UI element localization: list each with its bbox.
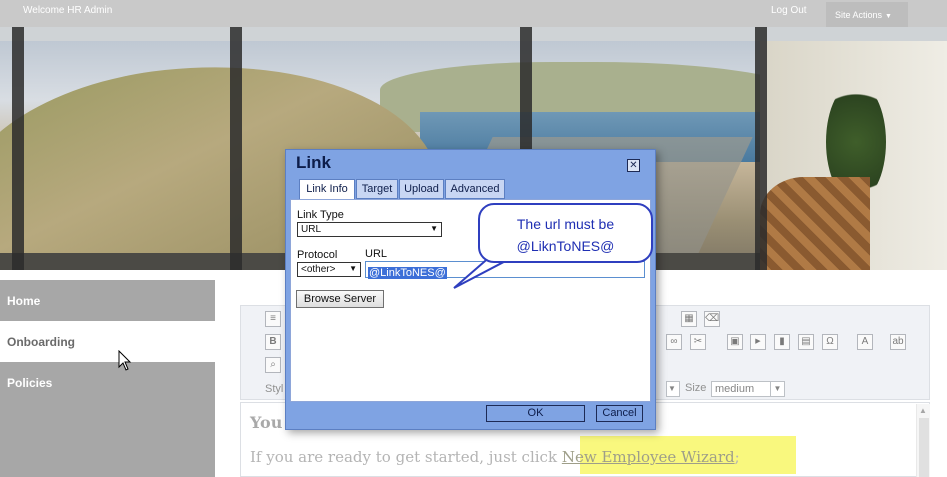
editor-paragraph: If you are ready to get started, just cl… bbox=[250, 448, 740, 466]
url-value: @LinkToNES@ bbox=[368, 267, 447, 279]
annotation-callout: The url must be @LiknToNES@ bbox=[478, 203, 653, 263]
nav-item-home[interactable]: Home bbox=[0, 280, 215, 321]
link-type-label: Link Type bbox=[297, 209, 344, 221]
tab-link-info[interactable]: Link Info bbox=[299, 179, 355, 200]
editor-scrollbar[interactable]: ▲ bbox=[916, 404, 930, 477]
size-select[interactable]: medium ▼ bbox=[711, 381, 785, 397]
source-icon[interactable]: ≡ bbox=[265, 311, 281, 327]
tab-upload[interactable]: Upload bbox=[399, 179, 444, 199]
scroll-up-icon[interactable]: ▲ bbox=[919, 406, 927, 415]
link-type-select[interactable]: URL ▼ bbox=[297, 222, 442, 237]
chevron-down-icon: ▼ bbox=[770, 382, 784, 396]
logout-link[interactable]: Log Out bbox=[771, 5, 807, 16]
site-actions-menu[interactable]: Site Actions ▼ bbox=[826, 2, 908, 27]
new-employee-wizard-link[interactable]: New Employee Wizard bbox=[562, 448, 735, 466]
chevron-down-icon: ▼ bbox=[430, 224, 438, 233]
link-icon[interactable]: ∞ bbox=[666, 334, 682, 350]
ok-button[interactable]: OK bbox=[486, 405, 585, 422]
image-icon[interactable]: ▣ bbox=[727, 334, 743, 350]
nav-item-onboarding[interactable]: Onboarding bbox=[0, 321, 215, 362]
flash-icon[interactable]: ▮ bbox=[774, 334, 790, 350]
top-bar: Welcome HR Admin Log Out Site Actions ▼ bbox=[0, 0, 947, 27]
chevron-down-icon: ▼ bbox=[885, 13, 892, 20]
site-actions-label: Site Actions bbox=[835, 10, 883, 20]
table-grid-icon[interactable]: ▦ bbox=[681, 311, 697, 327]
paragraph-text: If you are ready to get started, just cl… bbox=[250, 448, 562, 466]
tab-advanced[interactable]: Advanced bbox=[445, 179, 505, 199]
link-type-value: URL bbox=[301, 224, 322, 235]
style-label: Styl bbox=[265, 383, 284, 395]
close-icon[interactable]: ✕ bbox=[627, 159, 640, 172]
eraser-icon[interactable]: ⌫ bbox=[704, 311, 720, 327]
bold-icon[interactable]: B bbox=[265, 334, 281, 350]
callout-line-1: The url must be bbox=[516, 216, 615, 232]
callout-line-2: @LiknToNES@ bbox=[516, 238, 615, 254]
table-icon[interactable]: ▤ bbox=[798, 334, 814, 350]
editor-heading: You bbox=[250, 413, 283, 432]
bg-color-icon[interactable]: ab bbox=[890, 334, 906, 350]
url-input[interactable]: @LinkToNES@ bbox=[365, 261, 645, 279]
find-icon[interactable]: ⌕ bbox=[265, 357, 281, 373]
left-nav: Home Onboarding Policies bbox=[0, 280, 215, 477]
chevron-down-icon: ▼ bbox=[349, 264, 357, 273]
tab-target[interactable]: Target bbox=[356, 179, 398, 199]
paragraph-end: ; bbox=[734, 448, 740, 466]
size-value: medium bbox=[715, 383, 755, 395]
scroll-thumb[interactable] bbox=[919, 418, 929, 477]
size-label: Size bbox=[685, 382, 707, 394]
cancel-button[interactable]: Cancel bbox=[596, 405, 643, 422]
welcome-text: Welcome HR Admin bbox=[23, 5, 113, 16]
protocol-select[interactable]: <other> ▼ bbox=[297, 262, 361, 277]
special-char-icon[interactable]: Ω bbox=[822, 334, 838, 350]
youtube-icon[interactable]: ▶ bbox=[750, 334, 766, 350]
protocol-label: Protocol bbox=[297, 249, 338, 261]
unlink-icon[interactable]: ✂ bbox=[690, 334, 706, 350]
nav-item-policies[interactable]: Policies bbox=[0, 362, 215, 477]
link-dialog: Link ✕ Link Info Target Upload Advanced … bbox=[285, 149, 656, 430]
url-label: URL bbox=[365, 248, 388, 260]
format-select[interactable]: ▼ bbox=[666, 381, 680, 397]
dialog-title: Link bbox=[296, 153, 331, 172]
browse-server-button[interactable]: Browse Server bbox=[296, 290, 384, 308]
text-color-icon[interactable]: A bbox=[857, 334, 873, 350]
protocol-value: <other> bbox=[301, 264, 336, 275]
